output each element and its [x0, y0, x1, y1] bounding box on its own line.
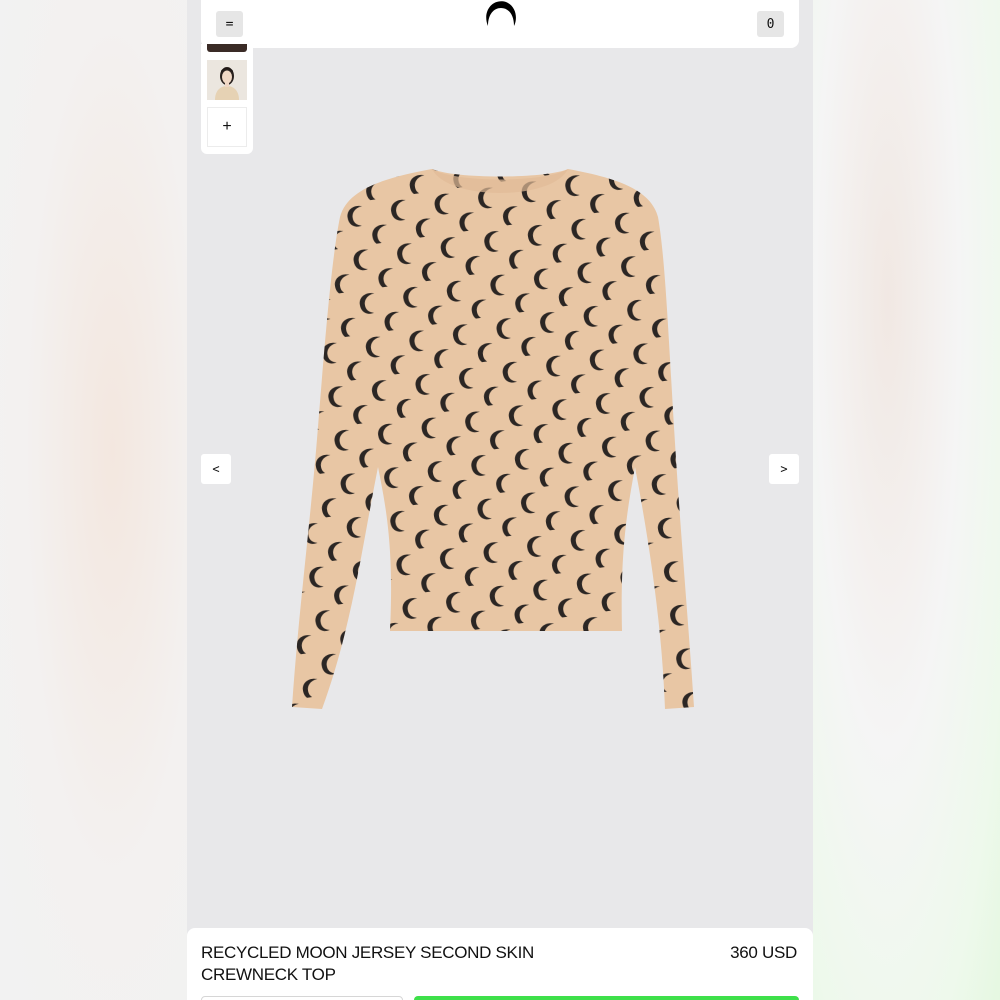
previous-image-button[interactable]: < — [201, 454, 231, 484]
size-select[interactable] — [201, 996, 403, 1000]
menu-button[interactable]: = — [216, 11, 243, 37]
thumbnail-strip: + — [201, 44, 253, 154]
product-info-panel: RECYCLED MOON JERSEY SECOND SKIN CREWNEC… — [187, 928, 813, 1000]
backdrop-right — [813, 0, 1000, 1000]
top-bar: = 0 — [201, 0, 799, 48]
add-to-cart-button[interactable] — [414, 996, 799, 1000]
backdrop-left — [0, 0, 187, 1000]
product-name: RECYCLED MOON JERSEY SECOND SKIN CREWNEC… — [201, 943, 534, 984]
product-image-moon-top — [292, 169, 694, 709]
next-image-button[interactable]: > — [769, 454, 799, 484]
thumbnail-previous[interactable] — [207, 44, 247, 52]
add-thumbnail-button[interactable]: + — [207, 107, 247, 147]
cart-button[interactable]: 0 — [757, 11, 784, 37]
crescent-moon-logo-icon[interactable] — [484, 0, 518, 30]
product-page: = 0 + < > RECYCLED MOON JERSEY SECOND SK… — [187, 0, 813, 1000]
thumbnail-model-photo[interactable] — [207, 60, 247, 100]
product-price: 360 USD — [730, 943, 797, 962]
